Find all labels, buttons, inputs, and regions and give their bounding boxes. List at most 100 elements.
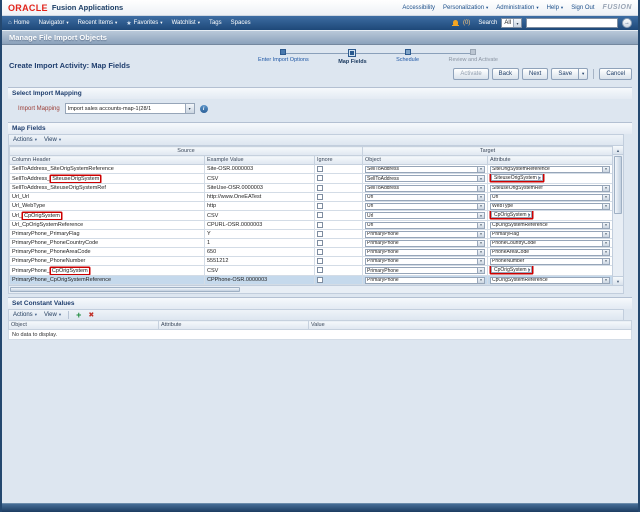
view-menu[interactable]: View ▾ [44,137,61,143]
nav-item-navigator[interactable]: Navigator▾ [39,20,69,26]
object-select[interactable]: PrimaryPhone▾ [365,277,485,284]
save-dropdown-button[interactable]: ▾ [578,68,588,80]
cv-column-attribute[interactable]: Attribute [159,321,309,330]
vertical-scrollbar[interactable]: ▲ ▼ [612,146,623,285]
nav-item-tags[interactable]: Tags [209,20,222,26]
actions-menu[interactable]: Actions ▾ [13,137,37,143]
scrollbar-thumb[interactable] [614,156,622,214]
cv-actions-menu[interactable]: Actions ▾ [13,312,37,318]
object-select[interactable]: PrimaryPhone▾ [365,249,485,256]
map-field-row[interactable]: SellToAddress_SiteuseOrigSystemCSVSellTo… [10,174,613,184]
search-scope-select[interactable]: All ▾ [501,18,522,28]
scroll-down-icon[interactable]: ▼ [613,276,623,285]
object-select[interactable]: Url▾ [365,222,485,229]
horizontal-scrollbar[interactable] [8,286,624,294]
map-field-row[interactable]: SellToAddress_SiteOrigSystemReferenceSit… [10,165,613,174]
attribute-select[interactable]: PrimaryFlag▾ [490,231,610,238]
map-field-row[interactable]: PrimaryPhone_PrimaryFlagYPrimaryPhone▾Pr… [10,230,613,239]
ignore-checkbox[interactable] [317,222,323,228]
cancel-button[interactable]: Cancel [599,68,632,80]
col-attribute[interactable]: Attribute [488,156,613,165]
object-select[interactable]: Url▾ [365,194,485,201]
search-input[interactable] [526,18,618,28]
map-field-row[interactable]: PrimaryPhone_PhoneCountryCode1PrimaryPho… [10,239,613,248]
attribute-select[interactable]: PhoneAreaCode▾ [490,249,610,256]
col-ignore[interactable]: Ignore [315,156,363,165]
map-field-row[interactable]: Url_WebTypehttpUrl▾WebType▾ [10,202,613,211]
nav-item-watchlist[interactable]: Watchlist▾ [172,20,200,26]
attribute-select[interactable]: CpOrigSystemReference▾ [490,222,610,229]
ignore-checkbox[interactable] [317,185,323,191]
cv-column-value[interactable]: Value [309,321,632,330]
col-object[interactable]: Object [363,156,488,165]
object-select[interactable]: PrimaryPhone▾ [365,267,485,274]
activate-button[interactable]: Activate [453,68,488,80]
nav-item-recent-items[interactable]: Recent Items▾ [78,20,118,26]
attribute-select[interactable]: WebType▾ [490,203,610,210]
map-field-row[interactable]: Url_CpOrigSystemReferenceCPURL-OSR.00000… [10,221,613,230]
map-field-row[interactable]: PrimaryPhone_CpOrigSystemReferenceCPPhon… [10,276,613,285]
ignore-checkbox[interactable] [317,203,323,209]
col-column-header[interactable]: Column Header [10,156,205,165]
add-row-icon[interactable]: + [76,311,81,320]
attribute-select[interactable]: SiteuseOrigSystemRef▾ [490,185,610,192]
attribute-select[interactable]: CpOrigSystemReference▾ [490,277,610,284]
attribute-select[interactable]: Url▾ [490,194,610,201]
nav-item-home[interactable]: ⌂Home [8,20,30,26]
object-select[interactable]: PrimaryPhone▾ [365,231,485,238]
train-step-schedule[interactable]: Schedule [396,49,419,65]
info-icon[interactable]: i [200,105,208,113]
topbar-link-personalization[interactable]: Personalization▾ [443,5,488,11]
object-select[interactable]: SellToAddress▾ [365,175,485,182]
ignore-checkbox[interactable] [317,267,323,273]
object-select[interactable]: SellToAddress▾ [365,185,485,192]
notification-count[interactable]: (0) [463,20,470,26]
map-field-row[interactable]: Url_Urlhttp://www.OneEATestUrl▾Url▾ [10,193,613,202]
object-select[interactable]: PrimaryPhone▾ [365,240,485,247]
ignore-checkbox[interactable] [317,166,323,172]
topbar-link-sign-out[interactable]: Sign Out [571,5,594,11]
notifications-bell-icon[interactable] [452,19,459,27]
map-field-row[interactable]: SellToAddress_SiteuseOrigSystemRefSiteUs… [10,184,613,193]
scrollbar-track[interactable] [613,215,623,276]
cv-view-menu[interactable]: View ▾ [44,312,61,318]
attribute-select[interactable]: PhoneCountryCode▾ [490,240,610,247]
save-button[interactable]: Save [551,68,579,80]
map-field-row[interactable]: Url_CpOrigSystemCSVUrl▾CpOrigSystem▾ [10,211,613,221]
next-button[interactable]: Next [522,68,548,80]
object-select[interactable]: PrimaryPhone▾ [365,258,485,265]
ignore-checkbox[interactable] [317,240,323,246]
attribute-select[interactable]: PhoneNumber▾ [490,258,610,265]
search-go-button[interactable]: → [622,18,632,28]
topbar-link-accessibility[interactable]: Accessibility [402,5,435,11]
ignore-checkbox[interactable] [317,277,323,283]
attribute-select[interactable]: SiteOrigSystemReference▾ [490,166,610,173]
nav-item-spaces[interactable]: Spaces [231,20,251,26]
ignore-checkbox[interactable] [317,175,323,181]
map-field-row[interactable]: PrimaryPhone_CpOrigSystemCSVPrimaryPhone… [10,266,613,276]
back-button[interactable]: Back [492,68,519,80]
topbar-link-help[interactable]: Help▾ [547,5,564,11]
object-select[interactable]: SellToAddress▾ [365,166,485,173]
scroll-up-icon[interactable]: ▲ [613,146,623,155]
cv-column-object[interactable]: Object [9,321,159,330]
train-step-enter-import-options[interactable]: Enter Import Options [258,49,309,65]
attribute-select[interactable]: SiteuseOrigSystem▾ [491,174,543,181]
import-mapping-select[interactable]: Import sales accounts-map-1(28/1 ▾ [65,103,195,114]
delete-row-icon[interactable]: ✖ [88,312,94,319]
topbar-link-administration[interactable]: Administration▾ [496,5,538,11]
ignore-checkbox[interactable] [317,194,323,200]
ignore-checkbox[interactable] [317,212,323,218]
ignore-checkbox[interactable] [317,249,323,255]
nav-item-favorites[interactable]: ★Favorites▾ [126,20,162,27]
ignore-checkbox[interactable] [317,231,323,237]
attribute-select[interactable]: CpOrigSystem▾ [491,211,532,218]
map-field-row[interactable]: PrimaryPhone_PhoneNumber5551212PrimaryPh… [10,257,613,266]
map-field-row[interactable]: PrimaryPhone_PhoneAreaCode650PrimaryPhon… [10,248,613,257]
attribute-select[interactable]: CpOrigSystem▾ [491,266,532,273]
object-select[interactable]: Url▾ [365,212,485,219]
object-select[interactable]: Url▾ [365,203,485,210]
train-step-map-fields[interactable]: Map Fields [338,49,366,65]
col-example-value[interactable]: Example Value [205,156,315,165]
horizontal-scrollbar-thumb[interactable] [10,287,240,292]
